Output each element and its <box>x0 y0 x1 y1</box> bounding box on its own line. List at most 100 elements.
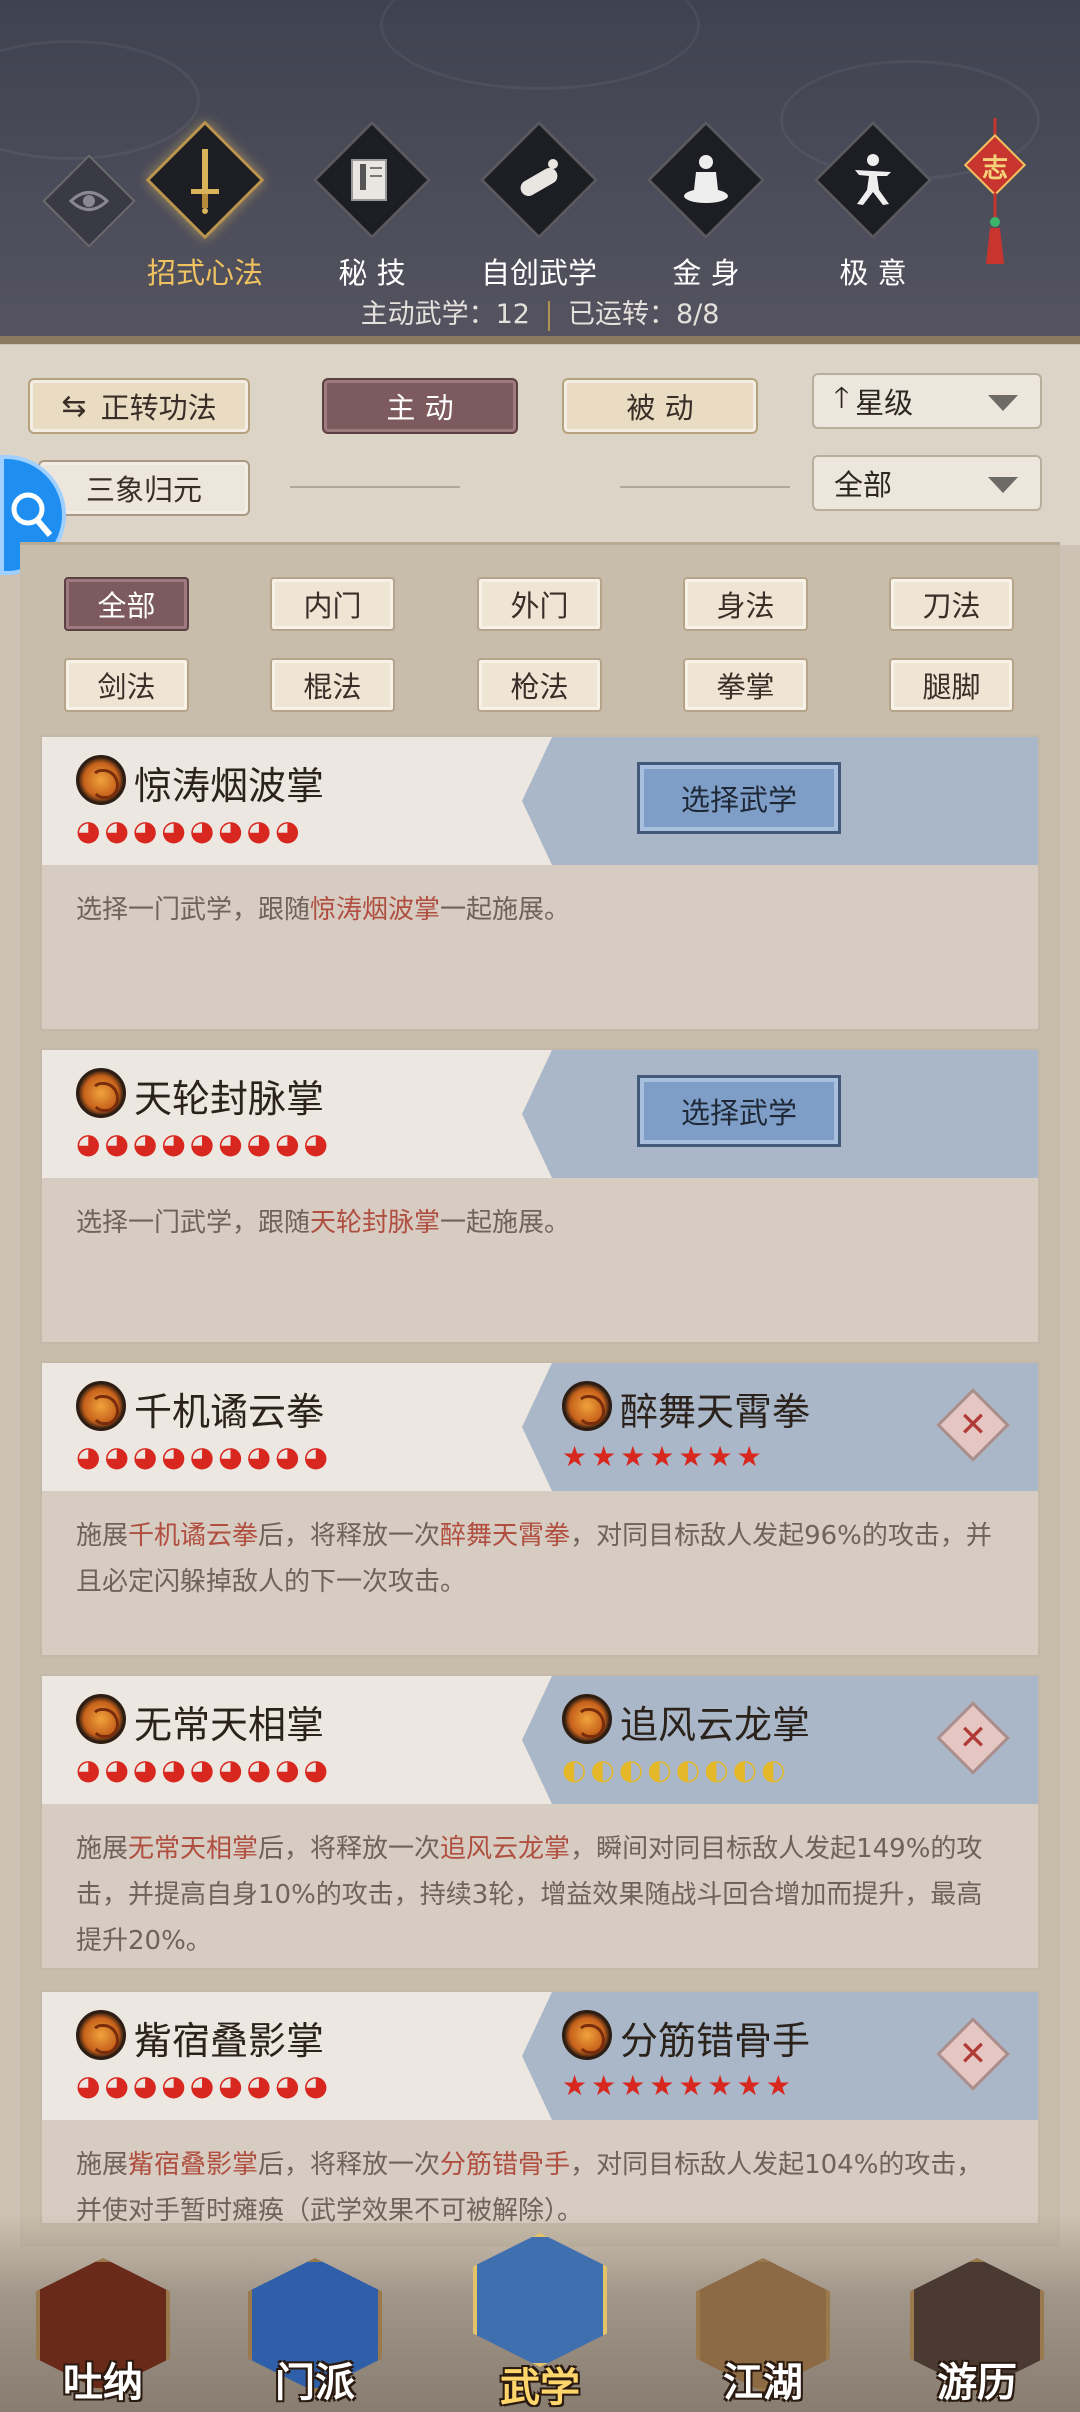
tab-label: 自创武学 <box>480 256 597 290</box>
tab-secret-skills[interactable]: 秘 技 <box>307 120 437 290</box>
chevron-down-icon <box>988 395 1018 411</box>
star-rating: ◕ ◕ ◕ ◕ ◕ ◕ ◕ ◕ ◕ <box>76 1754 328 1786</box>
star-icon: ◕ <box>76 1127 101 1160</box>
nav-travel[interactable]: 游历 <box>902 2230 1052 2406</box>
scroll-icon <box>499 140 579 220</box>
divider <box>620 486 790 488</box>
category-outer[interactable]: 外门 <box>477 577 602 631</box>
partner-star-rating: ★ ★ ★ ★ ★ ★ ★ <box>562 1441 762 1473</box>
preset-button[interactable]: 三象归元 <box>38 460 250 516</box>
tab-moves-methods[interactable]: 招式心法 <box>140 120 270 290</box>
skill-medal-icon <box>76 2010 126 2060</box>
sword-icon <box>165 140 245 220</box>
skill-medal-icon <box>76 1068 126 1118</box>
star-icon: ◕ <box>161 2069 186 2102</box>
star-icon: ◕ <box>189 1440 215 1473</box>
category-leg[interactable]: 腿脚 <box>889 658 1014 712</box>
star-rating: ◕ ◕ ◕ ◕ ◕ ◕ ◕ ◕ ◕ <box>76 2070 328 2102</box>
star-icon: ★ <box>562 2069 588 2102</box>
skill-name: 千机谲云拳 <box>134 1390 325 1434</box>
star-icon: ◕ <box>303 2069 328 2102</box>
skill-name: 无常天相掌 <box>134 1703 325 1747</box>
star-icon: ◕ <box>246 1440 272 1473</box>
nav-sect[interactable]: 门派 <box>240 2230 390 2406</box>
skill-description: 选择一门武学，跟随惊涛烟波掌一起施展。 <box>76 895 571 925</box>
star-icon: ◕ <box>76 1440 101 1473</box>
star-icon: ★ <box>591 1440 617 1473</box>
star-icon: ★ <box>736 1440 762 1473</box>
star-icon: ◕ <box>275 1753 300 1786</box>
star-icon: ◕ <box>275 1127 300 1160</box>
tab-label: 秘 技 <box>338 256 406 290</box>
skill-name: 觜宿叠影掌 <box>134 2019 325 2063</box>
star-icon: ◕ <box>132 1440 158 1473</box>
star-icon: ◕ <box>104 1753 129 1786</box>
star-icon: ★ <box>620 1440 646 1473</box>
star-icon: ◕ <box>161 1127 186 1160</box>
skill-card: 无常天相掌 ◕ ◕ ◕ ◕ ◕ ◕ ◕ ◕ ◕ 追风云龙掌 ◐ ◐ ◐ ◐ ◐ ◐ ◐ ◐ ✕ 施展无常天相掌… <box>40 1674 1040 1970</box>
chinese-knot-icon[interactable]: 志 <box>960 118 1030 268</box>
star-icon: ◕ <box>104 2069 129 2102</box>
category-fist[interactable]: 拳掌 <box>683 658 808 712</box>
skill-description: 施展千机谲云拳后，将释放一次醉舞天霄拳，对同目标敌人发起96%的攻击，并且必定闪… <box>76 1521 992 1597</box>
sort-dropdown[interactable]: 🡑 星级 <box>812 373 1042 429</box>
skill-card: 惊涛烟波掌 ◕ ◕ ◕ ◕ ◕ ◕ ◕ ◕ 选择武学 选择一门武学，跟随惊涛烟波掌一起施展。 <box>40 735 1040 1031</box>
active-count: 主动武学：12 <box>360 299 530 330</box>
category-spear[interactable]: 枪法 <box>477 658 602 712</box>
passive-toggle-button[interactable]: 被 动 <box>562 378 758 434</box>
nav-martial-arts[interactable]: 武学 <box>465 2205 615 2411</box>
nav-jianghu[interactable]: 江湖 <box>688 2230 838 2406</box>
skill-card: 天轮封脉掌 ◕ ◕ ◕ ◕ ◕ ◕ ◕ ◕ ◕ 选择武学 选择一门武学，跟随天轮封脉掌一起施展。 <box>40 1048 1040 1344</box>
skill-medal-icon <box>76 1694 126 1744</box>
star-icon: ★ <box>591 2069 617 2102</box>
filter-dropdown[interactable]: 全部 <box>812 455 1042 511</box>
close-icon: ✕ <box>958 1718 988 1758</box>
star-icon: ◕ <box>218 2069 243 2102</box>
star-icon: ◕ <box>275 2069 300 2102</box>
stats-line: 主动武学：12 已运转：8/8 <box>0 292 1080 331</box>
active-toggle-button[interactable]: 主 动 <box>322 378 518 434</box>
star-icon: ◕ <box>303 1127 328 1160</box>
skill-card: 千机谲云拳 ◕ ◕ ◕ ◕ ◕ ◕ ◕ ◕ ◕ 醉舞天霄拳 ★ ★ ★ ★ ★ ★ ★ ✕ 施展千机谲云拳后… <box>40 1361 1040 1657</box>
star-icon: ◕ <box>104 1440 129 1473</box>
skill-name: 天轮封脉掌 <box>134 1077 325 1121</box>
tab-golden-body[interactable]: 金 身 <box>641 120 771 290</box>
star-icon: ◐ <box>704 1753 729 1786</box>
partner-medal-icon <box>562 1694 612 1744</box>
star-icon: ◕ <box>161 1753 186 1786</box>
category-inner[interactable]: 内门 <box>270 577 395 631</box>
category-blade[interactable]: 刀法 <box>889 577 1014 631</box>
meditation-icon <box>666 140 746 220</box>
star-icon: ★ <box>678 1440 704 1473</box>
category-all[interactable]: 全部 <box>64 577 189 631</box>
search-icon <box>11 492 53 537</box>
star-icon: ★ <box>649 1440 675 1473</box>
partner-star-rating: ◐ ◐ ◐ ◐ ◐ ◐ ◐ ◐ <box>562 1754 786 1786</box>
star-icon: ◕ <box>132 2069 158 2102</box>
category-staff[interactable]: 棍法 <box>270 658 395 712</box>
star-icon: ◐ <box>562 1753 587 1786</box>
swap-icon: ⇆ <box>61 388 87 424</box>
tab-self-created[interactable]: 自创武学 <box>474 120 604 290</box>
nav-breathe[interactable]: 吐纳 <box>28 2230 178 2406</box>
star-icon: ◕ <box>76 1753 101 1786</box>
star-icon: ◕ <box>246 2069 272 2102</box>
tab-ultimate-intent[interactable]: 极 意 <box>808 120 938 290</box>
partner-skill-name: 追风云龙掌 <box>620 1703 811 1747</box>
star-rating: ◕ ◕ ◕ ◕ ◕ ◕ ◕ ◕ ◕ <box>76 1128 328 1160</box>
select-skill-button[interactable]: 选择武学 <box>637 762 841 834</box>
switch-method-button[interactable]: ⇆ 正转功法 <box>28 378 250 434</box>
star-icon: ★ <box>707 2069 733 2102</box>
martial-stance-icon <box>833 140 913 220</box>
chevron-down-icon <box>988 477 1018 493</box>
skill-description: 选择一门武学，跟随天轮封脉掌一起施展。 <box>76 1208 571 1238</box>
select-skill-button[interactable]: 选择武学 <box>637 1075 841 1147</box>
category-movement[interactable]: 身法 <box>683 577 808 631</box>
category-sword[interactable]: 剑法 <box>64 658 189 712</box>
star-icon: ◕ <box>246 814 272 847</box>
star-icon: ◕ <box>189 1753 215 1786</box>
star-icon: ★ <box>620 2069 646 2102</box>
skill-medal-icon <box>76 1381 126 1431</box>
skill-description: 施展无常天相掌后，将释放一次追风云龙掌，瞬间对同目标敌人发起149%的攻击，并提… <box>76 1834 983 1956</box>
book-icon <box>332 140 412 220</box>
